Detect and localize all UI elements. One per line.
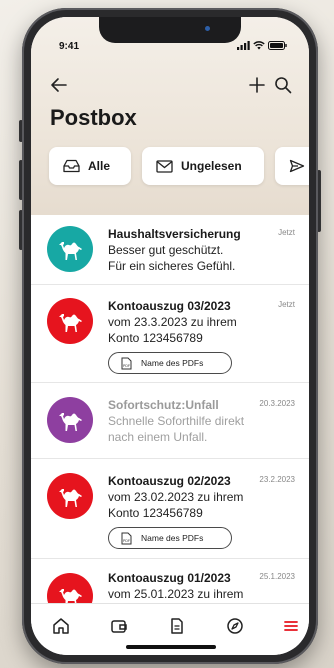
filter-chip-alle[interactable]: Alle [49, 147, 131, 185]
wallet-icon [111, 620, 127, 633]
camel-logo-icon [59, 413, 82, 431]
message-item[interactable]: Kontoauszug 03/2023 vom 23.3.2023 zu ihr… [31, 285, 309, 383]
message-item[interactable]: Kontoauszug 02/2023 vom 23.02.2023 zu ih… [31, 459, 309, 559]
compass-icon [227, 618, 243, 634]
sender-avatar [47, 397, 93, 443]
message-item[interactable]: Sofortschutz:Unfall Schnelle Soforthilfe… [31, 383, 309, 459]
message-body-line: Für ein sicheres Gefühl. [108, 259, 236, 273]
pdf-file-icon: PDF [121, 532, 132, 544]
status-icons [237, 41, 287, 50]
top-nav [49, 75, 293, 99]
message-date: Jetzt [278, 228, 295, 237]
phone-frame: 9:41 Postbox Alle Ungelesen Haushaltsver… [22, 8, 318, 664]
message-date: Jetzt [278, 300, 295, 309]
search-icon[interactable] [273, 75, 293, 95]
document-icon [171, 618, 183, 634]
tab-home[interactable] [49, 614, 73, 638]
bottom-tab-bar [31, 603, 309, 655]
filter-chip-gesendet[interactable]: G [275, 147, 309, 185]
back-arrow-icon[interactable] [49, 75, 69, 95]
filter-chip-label: Ungelesen [181, 159, 242, 173]
pdf-attachment-label: Name des PDFs [141, 533, 204, 543]
message-date: 20.3.2023 [259, 399, 295, 408]
message-body-line: vom 23.02.2023 zu ihrem [108, 490, 244, 504]
status-time: 9:41 [59, 41, 80, 52]
message-title: Kontoauszug 03/2023 [108, 299, 231, 313]
sender-avatar [47, 473, 93, 519]
message-body-line: Konto 123456789 [108, 506, 203, 520]
send-icon [289, 159, 305, 173]
svg-text:PDF: PDF [123, 364, 130, 368]
tab-menu[interactable] [279, 614, 303, 638]
app-screen: 9:41 Postbox Alle Ungelesen Haushaltsver… [31, 17, 309, 655]
add-icon[interactable] [247, 75, 267, 95]
message-date: 23.2.2023 [259, 475, 295, 484]
postbox-header: 9:41 Postbox Alle Ungelesen [31, 17, 309, 215]
sender-avatar [47, 226, 93, 272]
battery-icon [268, 41, 287, 50]
camel-logo-icon [59, 489, 82, 507]
notch [99, 17, 241, 43]
tab-explore[interactable] [223, 614, 247, 638]
message-body-line: vom 25.01.2023 zu ihrem [108, 587, 244, 601]
pdf-attachment-label: Name des PDFs [141, 358, 204, 368]
filter-chip-label: Alle [88, 159, 111, 173]
svg-text:PDF: PDF [123, 539, 130, 543]
signal-icon [237, 41, 250, 50]
pdf-file-icon: PDF [121, 357, 132, 369]
message-date: 25.1.2023 [259, 572, 295, 581]
menu-icon [284, 621, 298, 631]
message-body-line: nach einem Unfall. [108, 430, 208, 444]
pdf-attachment-button[interactable]: PDF Name des PDFs [108, 352, 232, 374]
tab-documents[interactable] [165, 614, 189, 638]
message-body-line: Besser gut geschützt. [108, 243, 224, 257]
wifi-icon [253, 41, 265, 50]
message-body-line: Schnelle Soforthilfe direkt [108, 414, 245, 428]
filter-chip-ungelesen[interactable]: Ungelesen [142, 147, 264, 185]
inbox-icon [63, 159, 80, 173]
page-title: Postbox [50, 105, 137, 130]
message-list: Haushaltsversicherung Besser gut geschüt… [31, 215, 309, 639]
message-body-line: Konto 123456789 [108, 331, 203, 345]
pdf-attachment-button[interactable]: PDF Name des PDFs [108, 527, 232, 549]
sender-avatar [47, 298, 93, 344]
message-body-line: vom 23.3.2023 zu ihrem [108, 315, 237, 329]
home-indicator [126, 645, 216, 649]
camel-logo-icon [59, 242, 82, 260]
home-icon [53, 618, 69, 634]
envelope-icon [156, 159, 173, 173]
message-item[interactable]: Haushaltsversicherung Besser gut geschüt… [31, 215, 309, 285]
camel-logo-icon [59, 314, 82, 332]
message-title: Haushaltsversicherung [108, 227, 241, 241]
tab-wallet[interactable] [107, 614, 131, 638]
